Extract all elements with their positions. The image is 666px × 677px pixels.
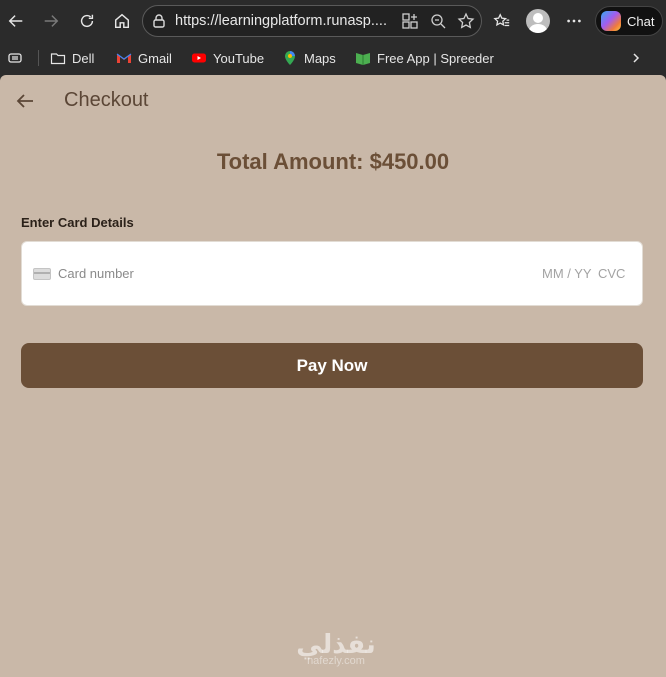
copilot-chat-button[interactable]: Chat (595, 6, 663, 36)
gmail-icon (116, 53, 132, 63)
spreeder-icon (356, 53, 370, 65)
favorites-icon[interactable] (488, 7, 516, 35)
folder-icon (50, 53, 66, 65)
bookmark-label: YouTube (213, 50, 265, 66)
chat-label: Chat (627, 13, 655, 29)
bookmark-label: Gmail (138, 50, 172, 66)
bookmark-label: Maps (304, 50, 336, 66)
lock-icon[interactable] (151, 13, 167, 29)
watermark-logo: نفذلي nafezly.com (286, 631, 386, 667)
home-icon[interactable] (108, 7, 136, 35)
more-menu-icon[interactable] (560, 7, 588, 35)
page-title: Checkout (64, 89, 149, 111)
credit-card-icon (33, 268, 51, 280)
favorite-star-icon[interactable] (457, 12, 475, 30)
checkout-page: Checkout Total Amount: $450.00 Enter Car… (0, 75, 666, 677)
bookmark-gmail[interactable]: Gmail (116, 48, 172, 68)
chevron-right-icon[interactable] (630, 48, 642, 68)
total-amount: Total Amount: $450.00 (216, 149, 450, 174)
card-details-label: Enter Card Details (21, 215, 134, 230)
youtube-icon (192, 53, 206, 63)
card-element[interactable] (21, 241, 643, 306)
bookmarks-divider (38, 50, 39, 66)
maps-icon (285, 51, 295, 65)
expiry-input[interactable] (542, 266, 592, 281)
card-number-input[interactable] (58, 266, 358, 281)
bookmarks-bar: Dell Gmail YouTube Maps Free App | Spree… (0, 42, 666, 74)
browser-toolbar: https://learningplatform.runasp.... Chat (0, 0, 666, 42)
cvc-input[interactable] (598, 266, 634, 281)
forward-icon[interactable] (37, 7, 65, 35)
back-icon[interactable] (2, 7, 30, 35)
bookmark-maps[interactable]: Maps (282, 48, 336, 68)
copilot-icon (601, 11, 621, 31)
profile-avatar[interactable] (526, 9, 550, 33)
refresh-icon[interactable] (73, 7, 101, 35)
bookmark-youtube[interactable]: YouTube (191, 48, 264, 68)
address-bar[interactable]: https://learningplatform.runasp.... (142, 5, 482, 37)
bookmark-label: Free App | Spreeder (377, 50, 494, 66)
pay-now-button[interactable]: Pay Now (21, 343, 643, 388)
url-text[interactable]: https://learningplatform.runasp.... (175, 13, 387, 29)
zoom-icon[interactable] (429, 12, 447, 30)
bookmark-dell[interactable]: Dell (50, 48, 94, 68)
bookmark-spreeder[interactable]: Free App | Spreeder (355, 48, 494, 68)
bookmark-label: Dell (72, 50, 95, 66)
app-install-icon[interactable] (401, 12, 419, 30)
back-arrow-icon[interactable] (14, 90, 36, 112)
collections-icon[interactable] (7, 48, 23, 68)
